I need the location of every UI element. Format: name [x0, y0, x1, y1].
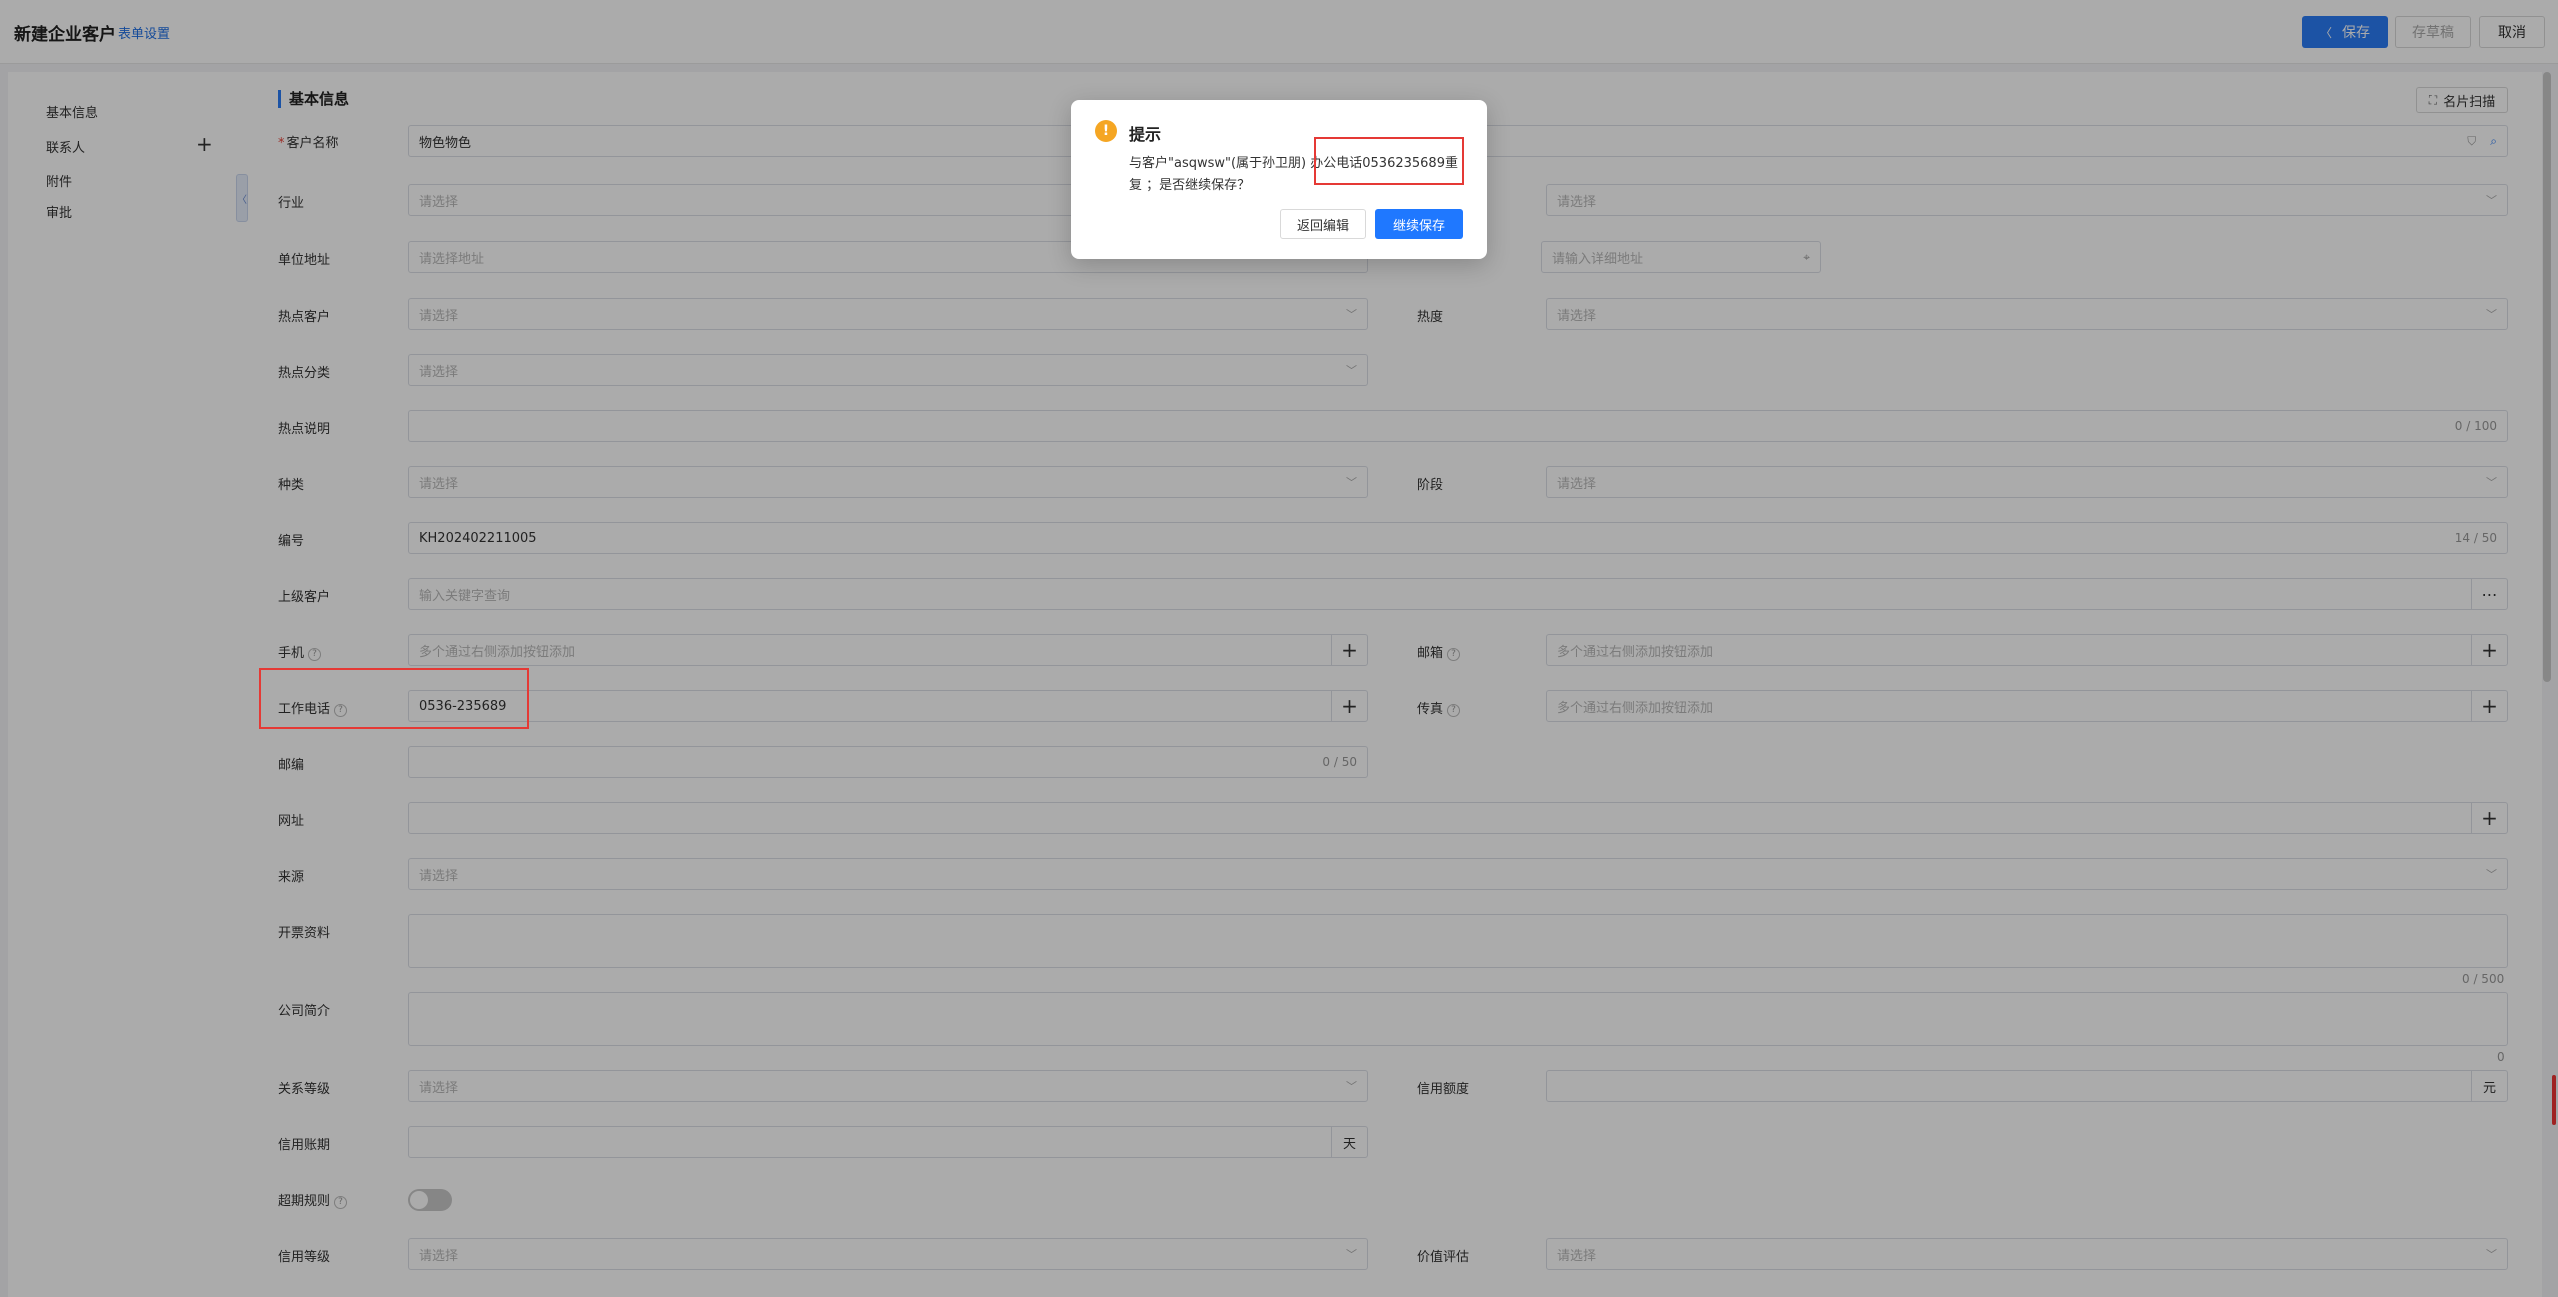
phone-duplicate-highlight	[1314, 137, 1464, 185]
dialog-title: 提示	[1129, 125, 1162, 144]
continue-save-button[interactable]: 继续保存	[1375, 209, 1463, 239]
back-to-edit-button[interactable]: 返回编辑	[1280, 209, 1366, 239]
warning-icon: !	[1095, 120, 1117, 142]
work-phone-highlight	[259, 668, 529, 729]
